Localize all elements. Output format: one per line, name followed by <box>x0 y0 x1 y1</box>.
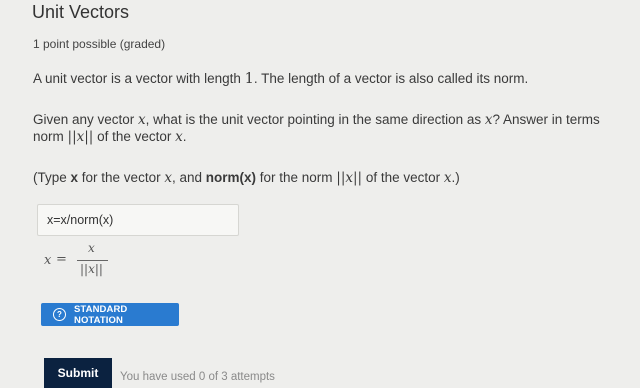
intro-text-end: . The length of a vector is also called … <box>253 71 529 86</box>
formula-numerator: x <box>88 241 95 255</box>
question-paragraph: Given any vector x, what is the unit vec… <box>33 112 600 128</box>
instruction-bold: x <box>70 170 79 185</box>
instruction-text: of the vector <box>362 170 444 185</box>
instruction-bold: norm(x) <box>205 170 256 185</box>
instruction-text: , and <box>171 170 206 185</box>
vector-var: x <box>138 112 146 128</box>
intro-text: A unit vector is a vector with length <box>33 71 245 86</box>
instruction-text: .) <box>451 170 460 185</box>
instruction-text: for the vector <box>78 170 165 185</box>
instruction-text: (Type <box>33 170 71 185</box>
points-label: 1 point possible (graded) <box>33 37 166 51</box>
vector-var: x <box>443 170 452 186</box>
formula-lhs: x <box>44 253 52 268</box>
help-icon: ? <box>53 308 66 321</box>
norm-symbol: ||x|| <box>336 170 363 186</box>
standard-notation-button[interactable]: ? STANDARD NOTATION <box>41 303 179 326</box>
question-paragraph-line2: norm ||x|| of the vector x. <box>33 129 187 145</box>
instruction-paragraph: (Type x for the vector x, and norm(x) fo… <box>33 170 460 186</box>
question-text: , what is the unit vector pointing in th… <box>145 112 485 127</box>
question-text: of the vector <box>93 129 176 144</box>
vector-var: x <box>164 170 172 186</box>
norm-symbol: ||x|| <box>67 129 94 145</box>
formula-denominator: ||x|| <box>80 262 103 276</box>
problem-title: Unit Vectors <box>32 2 130 22</box>
intro-number: 1 <box>244 71 254 87</box>
standard-notation-label: STANDARD NOTATION <box>73 303 128 326</box>
question-text: Given any vector <box>33 112 139 127</box>
formula-equals: = <box>56 252 67 267</box>
question-text: norm <box>33 129 68 144</box>
answer-input[interactable]: x=x/norm(x) <box>37 204 239 236</box>
question-text: . <box>182 129 187 144</box>
intro-paragraph: A unit vector is a vector with length 1.… <box>33 71 528 87</box>
question-text: ? Answer in terms <box>492 112 600 127</box>
attempts-text: You have used 0 of 3 attempts <box>120 371 275 383</box>
fraction-bar <box>77 260 108 261</box>
vector-var: x <box>175 129 183 145</box>
instruction-text: for the norm <box>255 170 337 185</box>
submit-button[interactable]: Submit <box>44 358 112 388</box>
